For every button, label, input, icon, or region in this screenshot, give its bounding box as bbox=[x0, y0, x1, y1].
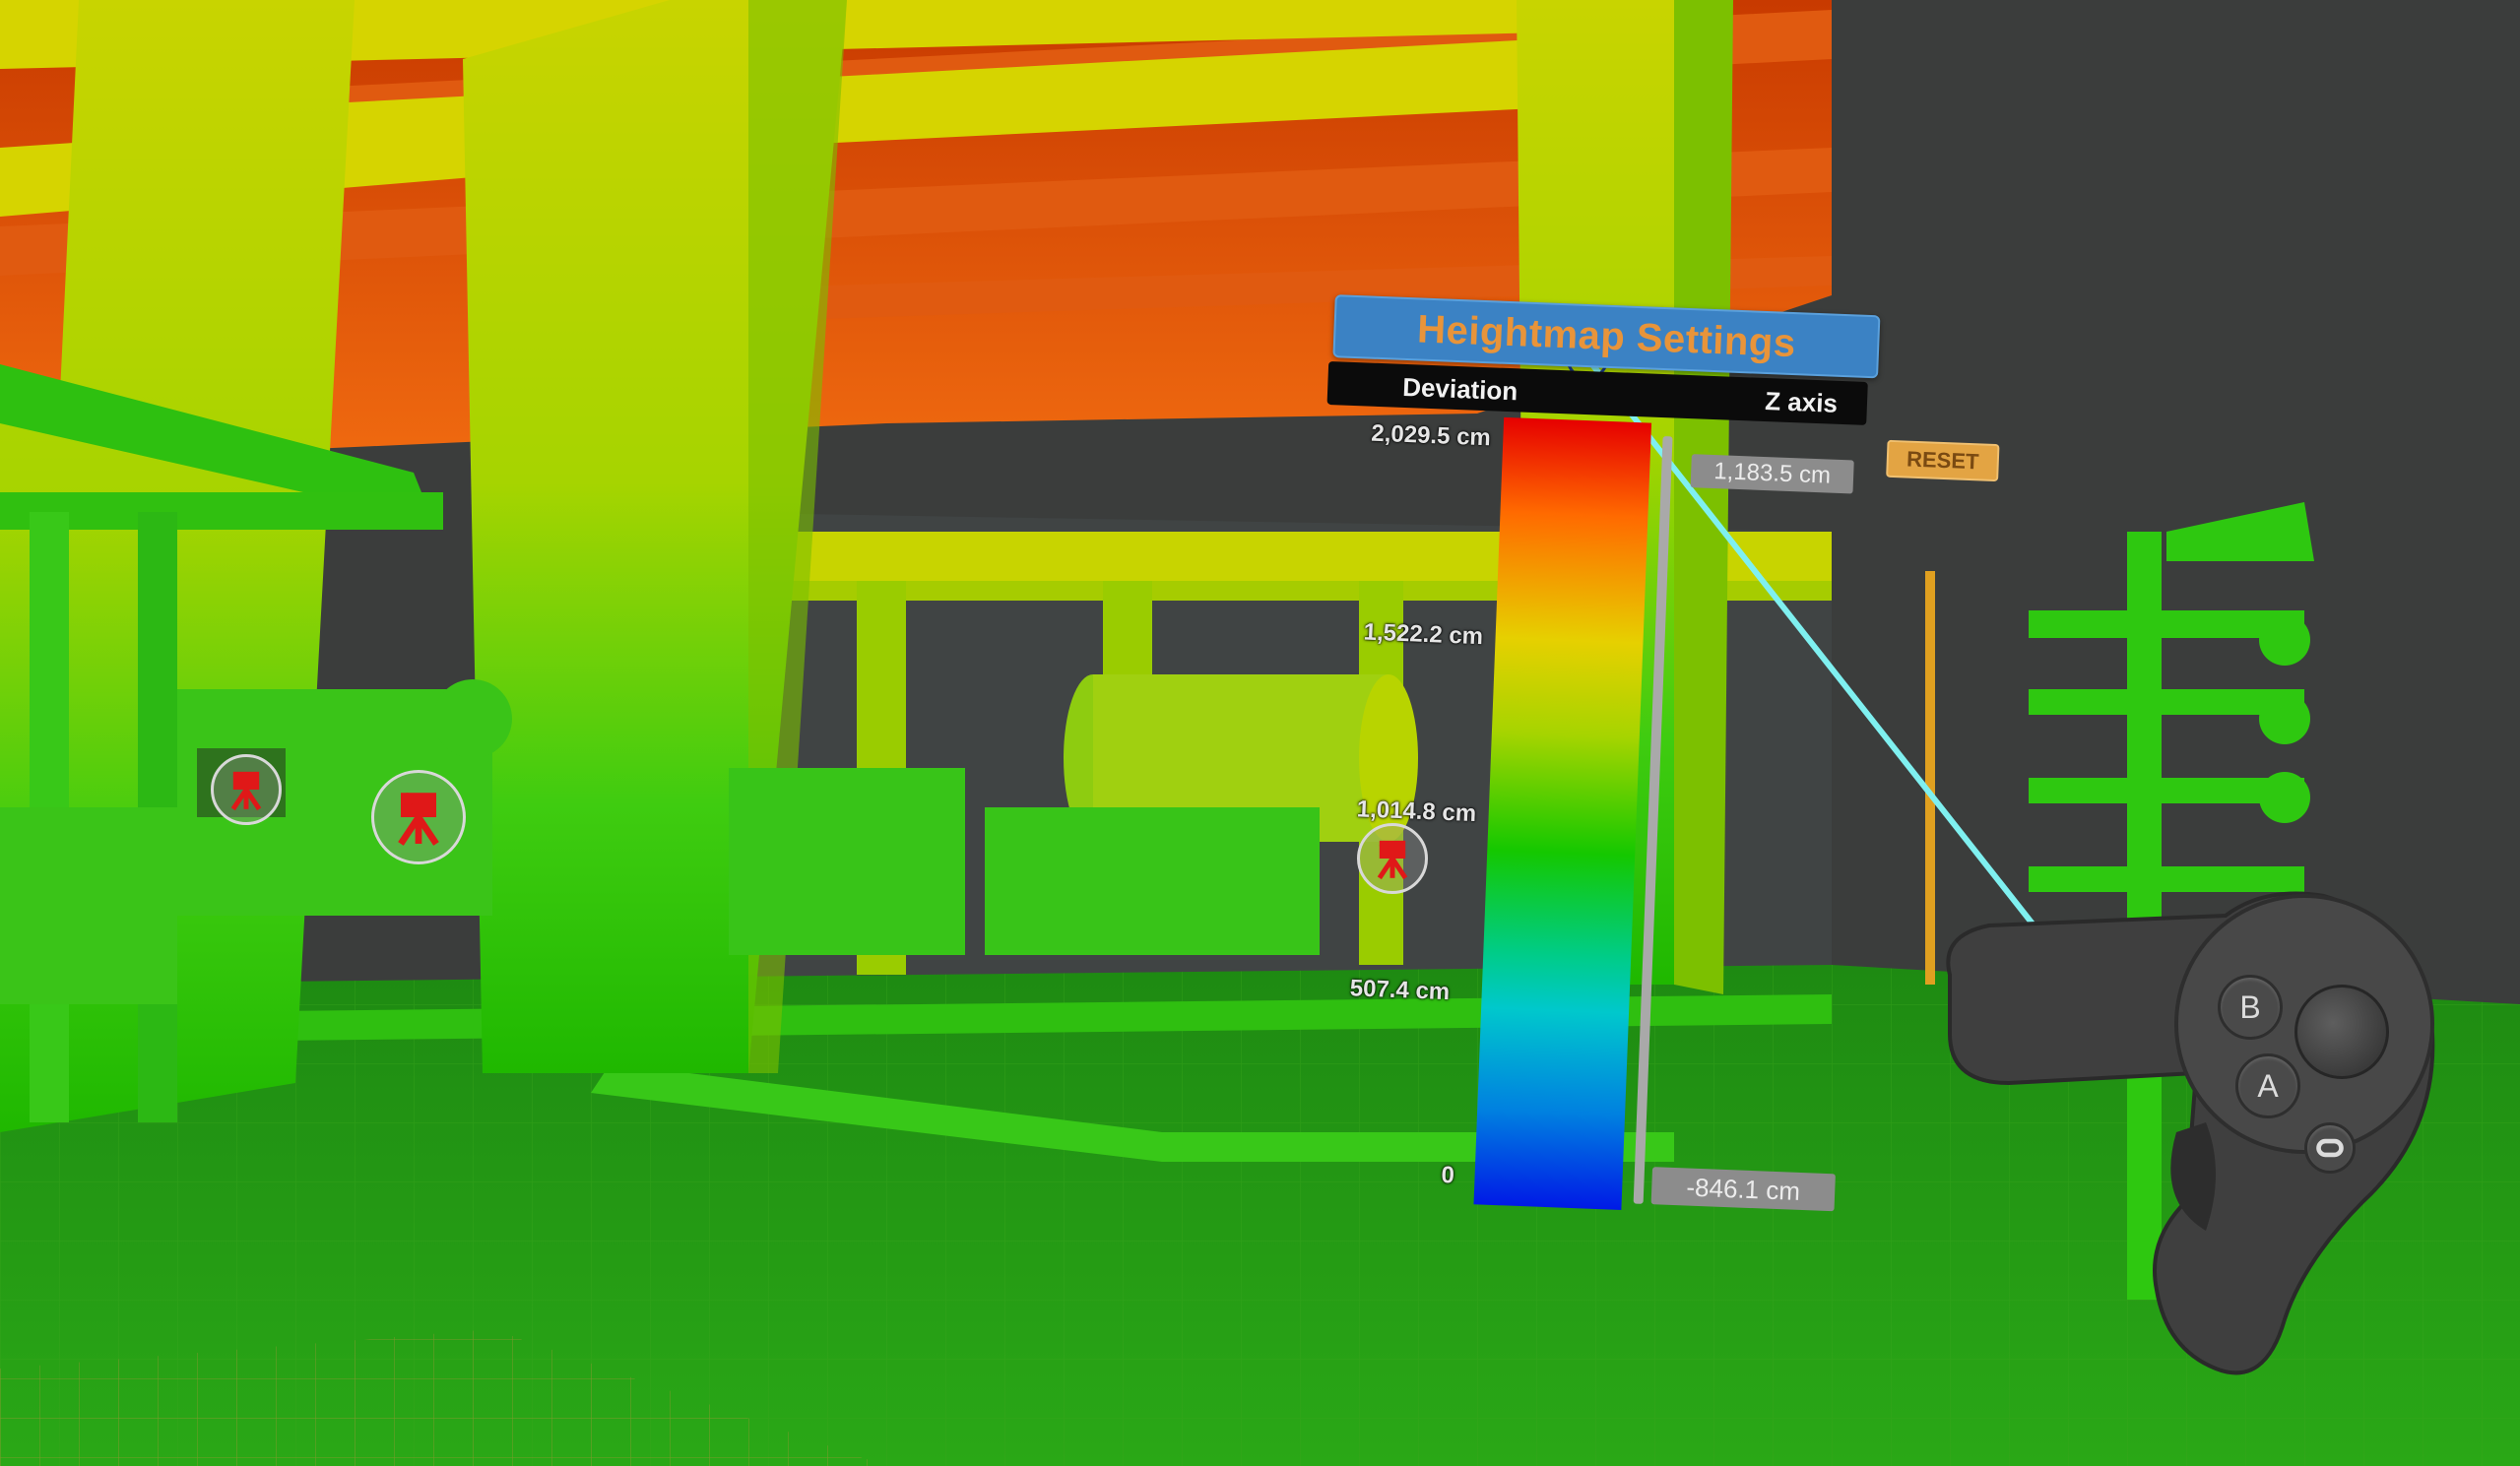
mode-deviation-option[interactable]: Deviation bbox=[1402, 372, 1518, 407]
scanner-tripod-icon bbox=[398, 793, 439, 846]
color-scale-gradient bbox=[1473, 416, 1652, 1210]
controller-b-button[interactable]: B bbox=[2218, 975, 2283, 1040]
scale-tick-label: 1,014.8 cm bbox=[1356, 796, 1477, 828]
scale-tick-label: 1,522.2 cm bbox=[1363, 618, 1484, 651]
controller-body-icon bbox=[1946, 891, 2435, 1375]
vr-controller: B A bbox=[1930, 876, 2482, 1428]
controller-a-button[interactable]: A bbox=[2235, 1053, 2300, 1118]
mode-z-axis-option[interactable]: Z axis bbox=[1765, 386, 1839, 419]
thumbstick[interactable] bbox=[2294, 985, 2389, 1079]
heightmap-settings-panel: Heightmap Settings Deviation Z axis RESE… bbox=[1295, 290, 2000, 1256]
reset-button[interactable]: RESET bbox=[1886, 439, 2000, 482]
max-value-handle[interactable]: 1,183.5 cm bbox=[1690, 454, 1854, 494]
scale-tick-label: 507.4 cm bbox=[1349, 975, 1451, 1006]
oculus-menu-icon[interactable] bbox=[2304, 1122, 2356, 1174]
min-value-handle[interactable]: -846.1 cm bbox=[1650, 1167, 1836, 1212]
scale-tick-label: 0 bbox=[1441, 1161, 1455, 1189]
scale-tick-label: 2,029.5 cm bbox=[1370, 419, 1492, 452]
scan-station-marker[interactable] bbox=[371, 770, 466, 864]
scanner-tripod-icon bbox=[230, 771, 262, 811]
scan-station-marker[interactable] bbox=[211, 754, 282, 825]
